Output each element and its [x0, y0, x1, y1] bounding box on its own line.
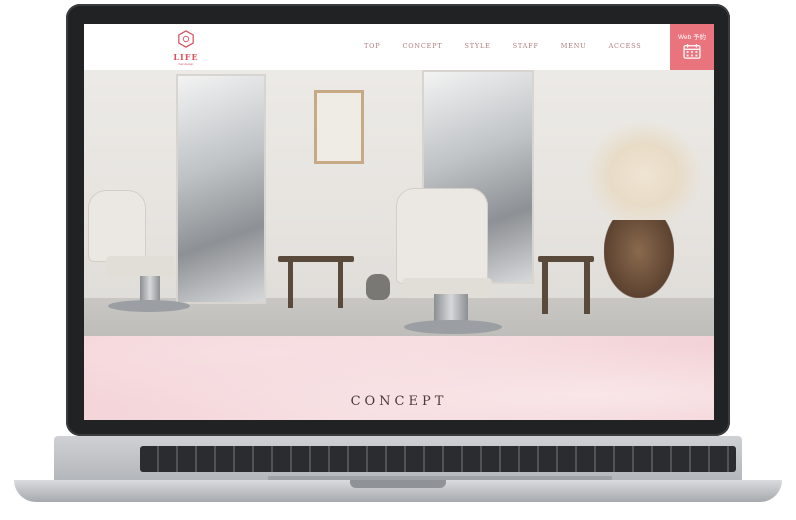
- concept-section: CONCEPT: [84, 336, 714, 420]
- site-logo[interactable]: LIFE hair design: [172, 30, 200, 66]
- vase: [366, 274, 390, 300]
- wall-art-frame: [314, 90, 364, 164]
- mirror-left: [176, 74, 266, 304]
- logo-subtext: hair design: [178, 62, 194, 66]
- salon-chair-left: [88, 190, 146, 262]
- calendar-icon: [683, 44, 701, 59]
- nav-item-access[interactable]: ACCESS: [609, 42, 642, 50]
- keyboard: [140, 446, 736, 472]
- laptop-base: [14, 436, 782, 506]
- logo-text: LIFE: [173, 52, 199, 62]
- nav-item-concept[interactable]: CONCEPT: [402, 42, 442, 50]
- nav-item-top[interactable]: TOP: [364, 42, 380, 50]
- nav-item-staff[interactable]: STAFF: [513, 42, 539, 50]
- concept-heading: CONCEPT: [350, 394, 448, 409]
- website-screen: LIFE hair design TOP CONCEPT STYLE STAFF…: [84, 24, 714, 420]
- main-nav: TOP CONCEPT STYLE STAFF MENU ACCESS: [364, 42, 664, 50]
- hexagon-logo-icon: [178, 30, 194, 48]
- nav-item-style[interactable]: STYLE: [464, 42, 490, 50]
- pampas-grass: [584, 120, 704, 230]
- web-reservation-button[interactable]: Web 予約: [670, 24, 714, 70]
- salon-chair-center: [396, 188, 488, 284]
- lid-notch: [350, 480, 446, 488]
- nav-item-menu[interactable]: MENU: [561, 42, 587, 50]
- site-header: LIFE hair design TOP CONCEPT STYLE STAFF…: [84, 24, 714, 70]
- web-reservation-label: Web 予約: [677, 34, 707, 41]
- hero-salon-photo: [84, 70, 714, 336]
- driftwood-sculpture: [604, 220, 674, 298]
